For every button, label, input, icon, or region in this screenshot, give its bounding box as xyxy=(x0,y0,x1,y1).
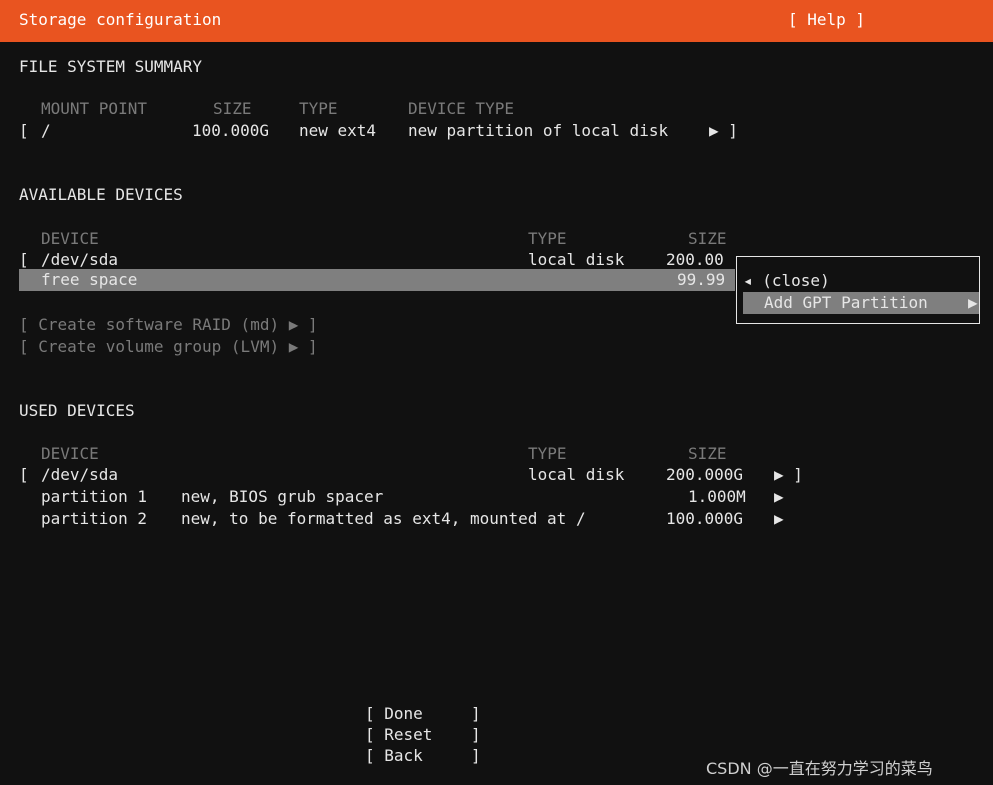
chevron-right-icon: ▶ xyxy=(968,293,978,312)
fs-col-type: TYPE xyxy=(299,99,338,118)
reset-button[interactable]: [ Reset ] xyxy=(365,724,481,746)
avail-col-size: SIZE xyxy=(688,229,727,248)
partition-name: partition 1 xyxy=(41,487,147,506)
free-space-label: free space xyxy=(41,270,138,289)
add-gpt-partition-item[interactable]: Add GPT Partition ▶ xyxy=(743,292,979,314)
fs-row-device-type: new partition of local disk xyxy=(408,121,669,140)
row-open-bracket: [ xyxy=(19,465,29,484)
create-lvm-button[interactable]: [ Create volume group (LVM) ▶ ] xyxy=(19,336,318,358)
avail-col-type: TYPE xyxy=(528,229,567,248)
fs-col-size: SIZE xyxy=(213,99,252,118)
fs-col-device-type: DEVICE TYPE xyxy=(408,99,514,118)
fs-row-mount: / xyxy=(41,121,51,140)
partition-arrow-icon[interactable]: ▶ xyxy=(774,486,784,508)
fs-row-size: 100.000G xyxy=(192,121,270,140)
partition-size: 100.000G xyxy=(666,509,744,528)
used-col-device: DEVICE xyxy=(41,444,99,463)
page-title: Storage configuration xyxy=(19,10,222,29)
partition-desc: new, to be formatted as ext4, mounted at… xyxy=(181,509,586,528)
used-col-size: SIZE xyxy=(688,444,727,463)
done-button[interactable]: [ Done ] xyxy=(365,703,481,725)
fs-summary-heading: FILE SYSTEM SUMMARY xyxy=(19,57,203,76)
available-devices-heading: AVAILABLE DEVICES xyxy=(19,185,183,204)
create-raid-button[interactable]: [ Create software RAID (md) ▶ ] xyxy=(19,314,318,336)
fs-row-arrow-icon[interactable]: ▶ ] xyxy=(709,120,738,142)
used-col-type: TYPE xyxy=(528,444,567,463)
row-open-bracket: [ xyxy=(19,250,29,269)
partition-name: partition 2 xyxy=(41,509,147,528)
avail-device-size: 200.00 xyxy=(666,250,724,269)
avail-device-type: local disk xyxy=(528,250,625,269)
used-device-type: local disk xyxy=(528,465,625,484)
menu-close-item[interactable]: ◂ (close) xyxy=(743,270,830,292)
help-button[interactable]: [ Help ] xyxy=(788,10,865,29)
partition-action-menu: ◂ (close) Add GPT Partition ▶ xyxy=(736,256,980,324)
csdn-watermark: CSDN @一直在努力学习的菜鸟 xyxy=(706,759,933,778)
row-open-bracket: [ xyxy=(19,121,29,140)
used-device-size: 200.000G xyxy=(666,465,744,484)
fs-col-mount-point: MOUNT POINT xyxy=(41,99,147,118)
back-button[interactable]: [ Back ] xyxy=(365,745,481,767)
free-space-size: 99.99 xyxy=(677,270,726,289)
partition-desc: new, BIOS grub spacer xyxy=(181,487,384,506)
used-devices-heading: USED DEVICES xyxy=(19,401,135,420)
fs-row-type: new ext4 xyxy=(299,121,377,140)
avail-device-name: /dev/sda xyxy=(41,250,119,269)
header-bar: Storage configuration [ Help ] xyxy=(0,0,993,42)
partition-arrow-icon[interactable]: ▶ xyxy=(774,508,784,530)
used-device-arrow-icon[interactable]: ▶ ] xyxy=(774,464,803,486)
partition-size: 1.000M xyxy=(688,487,746,506)
used-device-name: /dev/sda xyxy=(41,465,119,484)
avail-col-device: DEVICE xyxy=(41,229,99,248)
add-gpt-partition-label: Add GPT Partition xyxy=(764,293,928,312)
